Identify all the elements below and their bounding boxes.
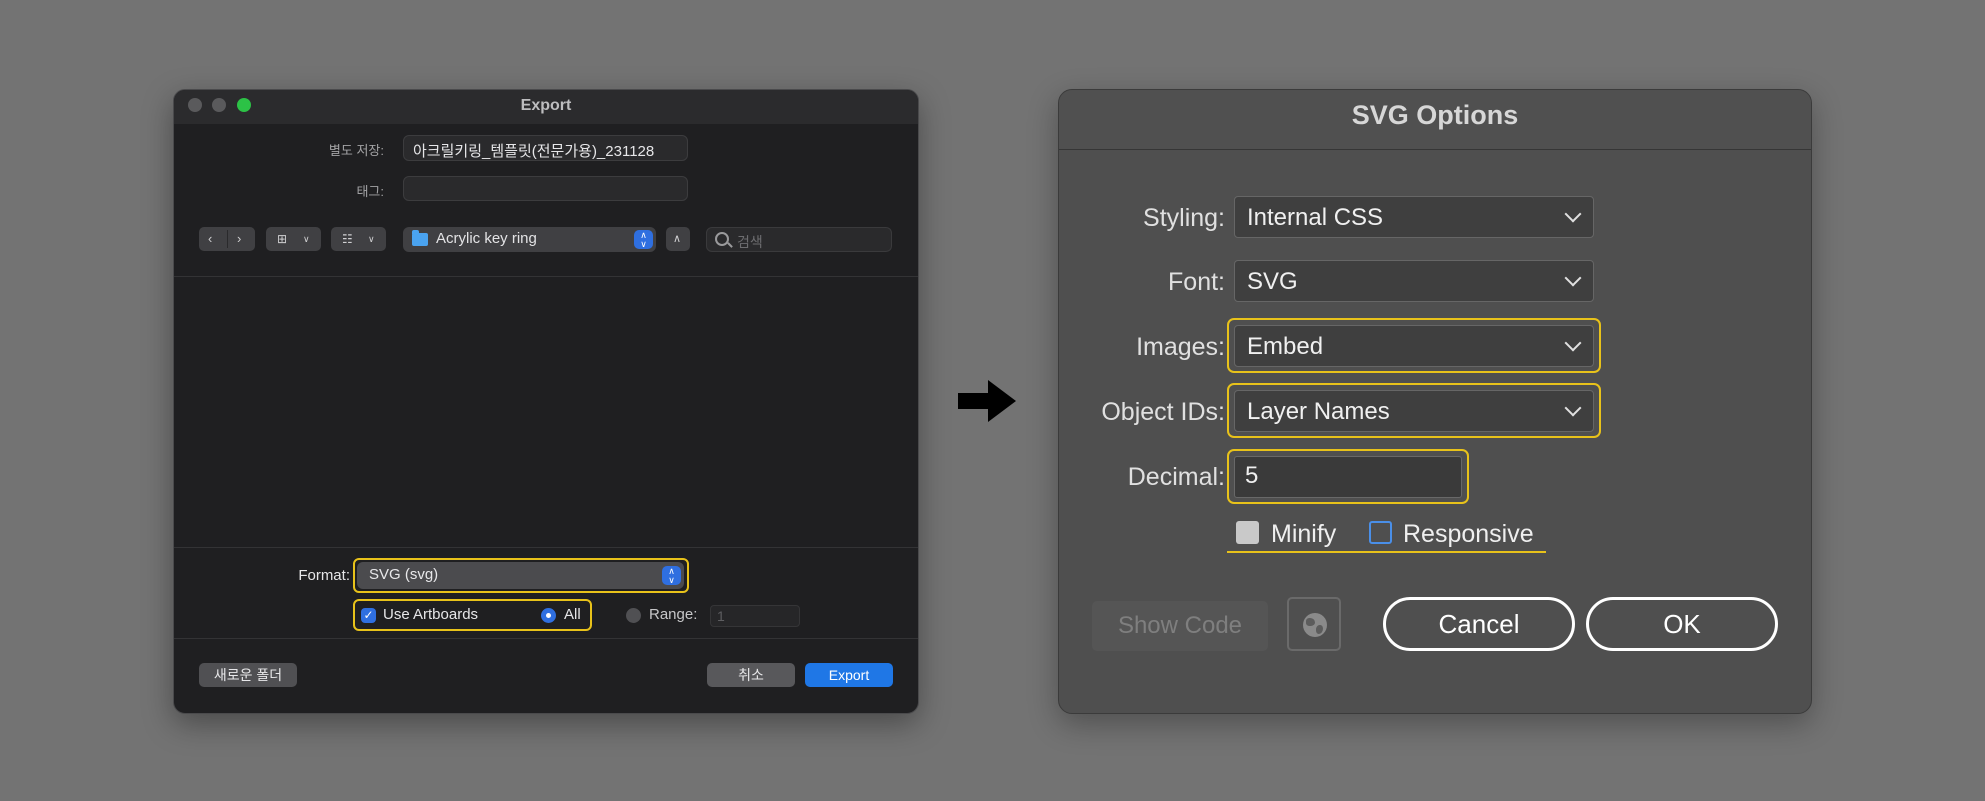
up-chevron-icon: ∧	[673, 233, 682, 245]
save-as-field[interactable]: 아크릴키링_템플릿(전문가용)_231128	[403, 135, 688, 161]
decimal-label: Decimal:	[1127, 463, 1225, 491]
group-view-icon: ☷	[342, 232, 353, 246]
search-icon	[715, 232, 729, 246]
styling-dropdown[interactable]: Internal CSS	[1234, 196, 1594, 238]
new-folder-button[interactable]: 새로운 폴더	[199, 663, 297, 687]
nav-buttons: ‹ ›	[199, 227, 255, 251]
font-label: Font:	[1168, 268, 1225, 296]
web-preview-button[interactable]	[1287, 597, 1341, 651]
images-label: Images:	[1136, 333, 1225, 361]
responsive-checkbox[interactable]	[1369, 521, 1392, 544]
svg-options-title: SVG Options	[1351, 100, 1519, 130]
object-ids-label: Object IDs:	[1101, 398, 1225, 426]
artboards-highlight	[353, 599, 592, 631]
location-label: Acrylic key ring	[436, 230, 537, 247]
cancel-button[interactable]: Cancel	[1383, 597, 1575, 651]
svg-options-dialog: SVG Options Styling: Internal CSS Font: …	[1058, 89, 1812, 714]
decimal-highlight	[1227, 449, 1469, 504]
export-title: Export	[520, 97, 572, 114]
stepper-icon: ∧ ∨	[634, 230, 653, 249]
arrow-right-icon	[958, 380, 1016, 422]
font-value: SVG	[1247, 268, 1298, 295]
cancel-button[interactable]: 취소	[707, 663, 795, 687]
show-code-button[interactable]: Show Code	[1092, 601, 1268, 651]
chevron-down-icon	[1564, 205, 1582, 223]
back-chevron-icon[interactable]: ‹	[208, 227, 212, 251]
location-select[interactable]: Acrylic key ring ∧ ∨	[403, 227, 656, 252]
chevron-down-icon: ∨	[303, 234, 310, 244]
format-highlight	[353, 558, 689, 593]
images-highlight	[1227, 318, 1601, 373]
save-as-label: 별도 저장:	[328, 143, 384, 158]
ok-button[interactable]: OK	[1586, 597, 1778, 651]
styling-value: Internal CSS	[1247, 204, 1384, 231]
export-dialog: Export 별도 저장: 아크릴키링_템플릿(전문가용)_231128 태그:…	[173, 89, 919, 714]
range-radio[interactable]	[626, 608, 641, 623]
chevron-down-icon: ∨	[368, 234, 375, 244]
object-ids-highlight	[1227, 383, 1601, 438]
tags-field[interactable]	[403, 176, 688, 201]
styling-label: Styling:	[1143, 204, 1225, 232]
export-titlebar: Export	[174, 90, 918, 124]
format-label: Format:	[298, 567, 350, 584]
expand-button[interactable]: ∧	[666, 227, 690, 251]
chevron-down-icon	[1564, 269, 1582, 287]
search-placeholder: 검색	[737, 234, 763, 250]
group-mode-button[interactable]: ☷ ∨	[331, 227, 386, 251]
range-label: Range:	[649, 606, 698, 623]
file-browser-area[interactable]	[174, 277, 918, 547]
range-field[interactable]: 1	[710, 605, 800, 627]
minify-checkbox[interactable]	[1236, 521, 1259, 544]
folder-icon	[412, 230, 428, 246]
divider	[174, 547, 918, 548]
view-mode-button[interactable]: ⊞ ∨	[266, 227, 321, 251]
export-button[interactable]: Export	[805, 663, 893, 687]
minify-label: Minify	[1271, 520, 1337, 548]
divider	[174, 638, 918, 639]
svg-options-titlebar: SVG Options	[1059, 90, 1811, 150]
font-dropdown[interactable]: SVG	[1234, 260, 1594, 302]
checkbox-highlight-underline	[1227, 551, 1546, 553]
grid-view-icon: ⊞	[277, 232, 288, 246]
responsive-label: Responsive	[1403, 520, 1534, 548]
tags-label: 태그:	[356, 184, 384, 199]
globe-icon	[1303, 613, 1327, 637]
forward-chevron-icon[interactable]: ›	[237, 227, 241, 251]
search-input[interactable]: 검색	[706, 227, 892, 252]
